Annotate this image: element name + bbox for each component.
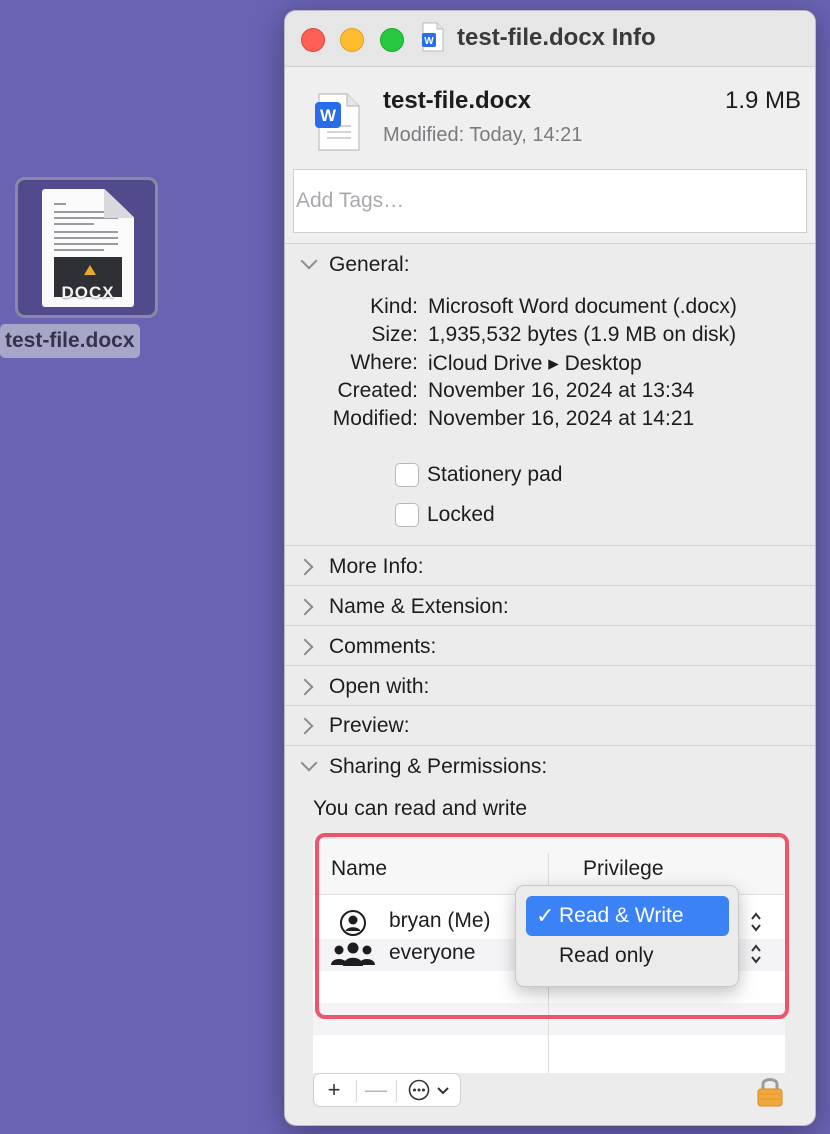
remove-user-button[interactable]: —: [358, 1074, 394, 1106]
file-extension-badge: DOCX: [61, 283, 115, 302]
file-summary-header: W test-file.docx 1.9 MB Modified: Today,…: [285, 67, 815, 243]
chevron-down-icon[interactable]: [300, 754, 318, 772]
divider: [356, 1080, 357, 1102]
file-name: test-file.docx: [383, 87, 532, 114]
where-label: Where:: [350, 351, 418, 374]
close-button[interactable]: [301, 28, 325, 52]
modified-label: Modified:: [383, 124, 465, 146]
divider: [285, 243, 815, 244]
section-open-with[interactable]: Open with:: [329, 675, 429, 699]
size-label: Size:: [371, 323, 418, 346]
permissions-toolbar: + —: [313, 1073, 461, 1107]
file-size: 1.9 MB: [724, 87, 801, 114]
lock-icon[interactable]: [755, 1075, 785, 1107]
permissions-summary: You can read and write: [313, 797, 528, 820]
modified-label-general: Modified:: [332, 407, 418, 430]
menu-item-read-only[interactable]: Read only: [559, 944, 654, 968]
checkmark-icon: ✓: [536, 903, 555, 928]
section-more-info[interactable]: More Info:: [329, 555, 424, 579]
modified-value: Today, 14:21: [469, 124, 583, 146]
divider: [285, 745, 815, 746]
ellipsis-circle-icon: [408, 1079, 430, 1101]
divider: [285, 545, 815, 546]
stationery-pad-label[interactable]: Stationery pad: [427, 463, 562, 487]
created-label: Created:: [337, 379, 418, 402]
zoom-button[interactable]: [380, 28, 404, 52]
tags-input[interactable]: [293, 169, 807, 233]
divider: [285, 585, 815, 586]
section-name-extension[interactable]: Name & Extension:: [329, 595, 509, 619]
chevron-right-icon[interactable]: [296, 678, 314, 696]
add-user-button[interactable]: +: [314, 1074, 354, 1106]
chevron-right-icon[interactable]: [296, 717, 314, 735]
divider: [285, 705, 815, 706]
privilege-popup-menu: ✓ Read & Write Read only: [515, 885, 739, 987]
modified-value-general: November 16, 2024 at 14:21: [428, 407, 695, 430]
size-value: 1,935,532 bytes (1.9 MB on disk): [428, 323, 737, 346]
chevron-right-icon[interactable]: [296, 598, 314, 616]
locked-checkbox[interactable]: [395, 503, 419, 527]
divider: [396, 1080, 397, 1102]
minimize-button[interactable]: [340, 28, 364, 52]
created-value: November 16, 2024 at 13:34: [428, 379, 695, 402]
stationery-pad-checkbox[interactable]: [395, 463, 419, 487]
word-document-large-icon: W: [315, 93, 360, 151]
more-actions-button[interactable]: [398, 1074, 460, 1106]
desktop-file-icon[interactable]: DOCX: [15, 177, 158, 318]
kind-label: Kind:: [370, 295, 418, 318]
chevron-right-icon[interactable]: [296, 558, 314, 576]
divider: [285, 665, 815, 666]
divider: [285, 625, 815, 626]
desktop-file-label[interactable]: test-file.docx: [0, 324, 140, 358]
menu-item-read-write[interactable]: ✓ Read & Write: [526, 896, 729, 936]
info-window: W test-file.docx Info W test-file.docx 1…: [284, 10, 816, 1126]
word-document-icon: W: [422, 22, 444, 52]
chevron-down-icon: [437, 1087, 449, 1095]
chevron-down-icon[interactable]: [300, 252, 318, 270]
title-bar[interactable]: W test-file.docx Info: [285, 11, 815, 67]
svg-text:W: W: [320, 106, 337, 125]
kind-value: Microsoft Word document (.docx): [428, 295, 737, 318]
chevron-right-icon[interactable]: [296, 638, 314, 656]
svg-text:W: W: [424, 36, 434, 47]
window-title: test-file.docx Info: [457, 24, 656, 51]
menu-item-label: Read & Write: [559, 904, 684, 927]
where-value: iCloud Drive ▸ Desktop: [428, 352, 642, 375]
section-comments[interactable]: Comments:: [329, 635, 436, 659]
modified-summary: Modified: Today, 14:21: [383, 124, 582, 147]
locked-label[interactable]: Locked: [427, 503, 495, 527]
section-sharing-permissions[interactable]: Sharing & Permissions:: [329, 755, 547, 779]
section-general-title[interactable]: General:: [329, 253, 410, 277]
section-preview[interactable]: Preview:: [329, 714, 410, 738]
